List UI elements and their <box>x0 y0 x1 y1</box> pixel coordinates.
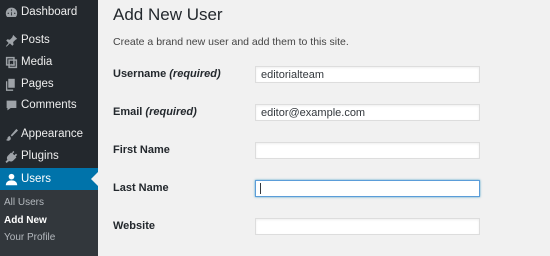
pages-icon <box>1 78 21 91</box>
field-label-text: Last Name <box>113 182 169 194</box>
page-title: Add New User <box>113 5 223 24</box>
username-label: Username (required) <box>113 68 221 80</box>
sidebar-item-label: Plugins <box>21 150 59 162</box>
page-description: Create a brand new user and add them to … <box>113 36 349 48</box>
sidebar-item-appearance[interactable]: Appearance <box>0 123 98 145</box>
brush-icon <box>1 128 21 141</box>
main-content: Add New User Create a brand new user and… <box>98 0 550 256</box>
field-label-text: Email <box>113 106 143 118</box>
required-note: (required) <box>145 106 197 118</box>
email-label: Email (required) <box>113 106 197 118</box>
submenu-item-all-users[interactable]: All Users <box>4 197 44 208</box>
user-icon <box>1 173 21 186</box>
required-note: (required) <box>169 68 221 80</box>
sidebar-item-label: Media <box>21 56 53 68</box>
users-submenu: All Users Add New Your Profile <box>0 190 98 256</box>
submenu-item-your-profile[interactable]: Your Profile <box>4 232 55 243</box>
sidebar-item-label: Users <box>21 173 52 185</box>
comment-icon <box>1 99 21 112</box>
text-cursor <box>260 183 261 194</box>
field-label-text: Username <box>113 68 167 80</box>
sidebar-item-label: Appearance <box>21 128 84 140</box>
first-name-input[interactable] <box>255 142 480 159</box>
admin-sidebar: Dashboard Posts Media Pages Comments App… <box>0 0 98 256</box>
active-indicator <box>91 172 98 186</box>
pin-icon <box>1 34 21 47</box>
sidebar-item-comments[interactable]: Comments <box>0 94 98 116</box>
sidebar-item-plugins[interactable]: Plugins <box>0 145 98 167</box>
dashboard-icon <box>1 6 21 19</box>
sidebar-item-label: Posts <box>21 34 50 46</box>
sidebar-item-users[interactable]: Users <box>0 168 98 190</box>
sidebar-item-dashboard[interactable]: Dashboard <box>0 1 98 23</box>
sidebar-item-media[interactable]: Media <box>0 51 98 73</box>
last-name-input[interactable] <box>255 180 480 197</box>
submenu-item-add-new[interactable]: Add New <box>4 215 47 226</box>
email-input[interactable] <box>255 104 480 121</box>
sidebar-item-label: Comments <box>21 99 77 111</box>
sidebar-item-posts[interactable]: Posts <box>0 29 98 51</box>
sidebar-item-label: Dashboard <box>21 6 78 18</box>
field-label-text: First Name <box>113 144 170 156</box>
field-label-text: Website <box>113 220 155 232</box>
username-input[interactable] <box>255 66 480 83</box>
website-input[interactable] <box>255 218 480 235</box>
plug-icon <box>1 150 21 163</box>
last-name-label: Last Name <box>113 182 169 194</box>
website-label: Website <box>113 220 155 232</box>
sidebar-item-pages[interactable]: Pages <box>0 73 98 95</box>
sidebar-item-label: Pages <box>21 78 54 90</box>
first-name-label: First Name <box>113 144 170 156</box>
media-icon <box>1 56 21 69</box>
